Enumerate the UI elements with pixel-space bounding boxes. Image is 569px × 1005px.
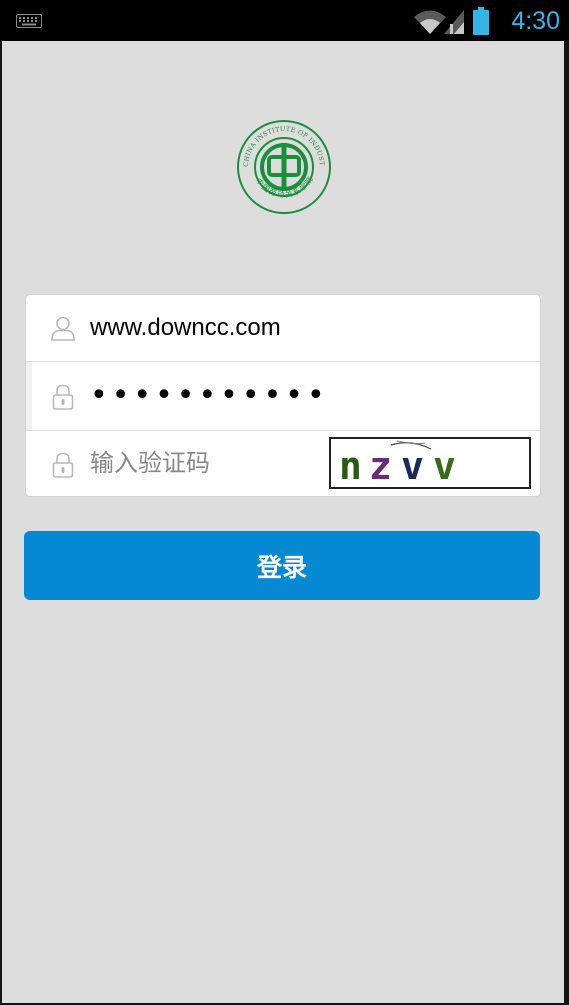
username-row	[26, 295, 540, 362]
status-bar: 4:30	[0, 0, 569, 41]
battery-icon	[473, 7, 489, 35]
password-input[interactable]: •••••••••••	[90, 376, 329, 416]
svg-text:n: n	[339, 444, 362, 488]
login-form-card: ••••••••••• n z v v	[26, 295, 540, 496]
login-screen: CHINA INSTITUTE OF INDUSTRIAL RELATIONS …	[2, 41, 564, 1003]
svg-text:z: z	[369, 444, 392, 488]
login-button[interactable]: 登录	[24, 531, 540, 600]
captcha-image[interactable]: n z v v	[329, 437, 531, 489]
username-input[interactable]	[90, 308, 510, 348]
lock-icon	[52, 384, 74, 410]
lock-icon	[52, 452, 74, 478]
phone-screen: 4:30 CHINA INSTITUTE OF INDUSTRIAL RELAT…	[0, 0, 569, 1005]
svg-text:v: v	[433, 444, 456, 488]
captcha-input[interactable]	[90, 443, 320, 483]
screen-right-edge	[564, 41, 569, 1005]
keyboard-icon	[16, 14, 42, 28]
status-clock: 4:30	[511, 7, 560, 35]
user-icon	[51, 316, 75, 341]
signal-icon	[444, 10, 464, 34]
password-row: •••••••••••	[26, 362, 540, 431]
school-logo: CHINA INSTITUTE OF INDUSTRIAL RELATIONS …	[235, 118, 331, 214]
captcha-row: n z v v	[26, 431, 540, 496]
svg-text:v: v	[401, 444, 424, 488]
